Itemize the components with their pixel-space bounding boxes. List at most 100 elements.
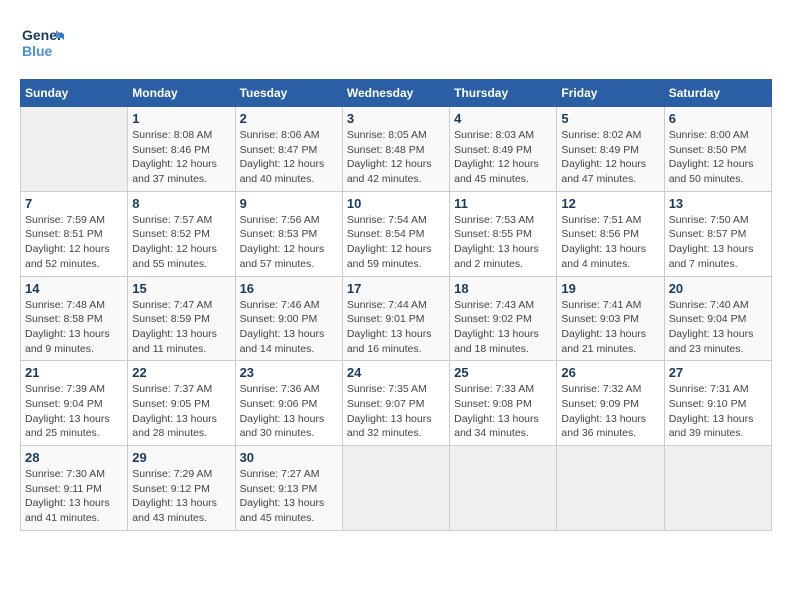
calendar-cell: 24 Sunrise: 7:35 AM Sunset: 9:07 PM Dayl…: [342, 361, 449, 446]
sunset-info: Sunset: 9:07 PM: [347, 397, 445, 412]
day-number: 28: [25, 450, 123, 465]
calendar-cell: [450, 446, 557, 531]
sunrise-info: Sunrise: 7:39 AM: [25, 382, 123, 397]
daylight-info: Daylight: 13 hours and 14 minutes.: [240, 327, 338, 356]
sunrise-info: Sunrise: 8:08 AM: [132, 128, 230, 143]
calendar-cell: 19 Sunrise: 7:41 AM Sunset: 9:03 PM Dayl…: [557, 276, 664, 361]
daylight-info: Daylight: 13 hours and 34 minutes.: [454, 412, 552, 441]
day-number: 12: [561, 196, 659, 211]
day-info: Sunrise: 7:46 AM Sunset: 9:00 PM Dayligh…: [240, 298, 338, 357]
sunrise-info: Sunrise: 8:03 AM: [454, 128, 552, 143]
sunrise-info: Sunrise: 7:43 AM: [454, 298, 552, 313]
day-number: 17: [347, 281, 445, 296]
day-info: Sunrise: 7:44 AM Sunset: 9:01 PM Dayligh…: [347, 298, 445, 357]
calendar-cell: [557, 446, 664, 531]
sunset-info: Sunset: 9:03 PM: [561, 312, 659, 327]
calendar-cell: 14 Sunrise: 7:48 AM Sunset: 8:58 PM Dayl…: [21, 276, 128, 361]
calendar-cell: 6 Sunrise: 8:00 AM Sunset: 8:50 PM Dayli…: [664, 107, 771, 192]
sunrise-info: Sunrise: 7:47 AM: [132, 298, 230, 313]
daylight-info: Daylight: 12 hours and 42 minutes.: [347, 157, 445, 186]
day-number: 22: [132, 365, 230, 380]
day-number: 20: [669, 281, 767, 296]
sunset-info: Sunset: 9:10 PM: [669, 397, 767, 412]
daylight-info: Daylight: 13 hours and 25 minutes.: [25, 412, 123, 441]
day-number: 21: [25, 365, 123, 380]
calendar-cell: 8 Sunrise: 7:57 AM Sunset: 8:52 PM Dayli…: [128, 191, 235, 276]
sunset-info: Sunset: 9:04 PM: [669, 312, 767, 327]
sunrise-info: Sunrise: 7:59 AM: [25, 213, 123, 228]
sunrise-info: Sunrise: 7:50 AM: [669, 213, 767, 228]
sunset-info: Sunset: 8:58 PM: [25, 312, 123, 327]
calendar-cell: 7 Sunrise: 7:59 AM Sunset: 8:51 PM Dayli…: [21, 191, 128, 276]
calendar-cell: 2 Sunrise: 8:06 AM Sunset: 8:47 PM Dayli…: [235, 107, 342, 192]
sunset-info: Sunset: 9:01 PM: [347, 312, 445, 327]
daylight-info: Daylight: 12 hours and 45 minutes.: [454, 157, 552, 186]
sunrise-info: Sunrise: 7:54 AM: [347, 213, 445, 228]
calendar-table: SundayMondayTuesdayWednesdayThursdayFrid…: [20, 79, 772, 531]
day-info: Sunrise: 8:03 AM Sunset: 8:49 PM Dayligh…: [454, 128, 552, 187]
calendar-cell: 30 Sunrise: 7:27 AM Sunset: 9:13 PM Dayl…: [235, 446, 342, 531]
day-number: 13: [669, 196, 767, 211]
sunrise-info: Sunrise: 7:35 AM: [347, 382, 445, 397]
sunset-info: Sunset: 8:49 PM: [561, 143, 659, 158]
daylight-info: Daylight: 13 hours and 36 minutes.: [561, 412, 659, 441]
daylight-info: Daylight: 13 hours and 45 minutes.: [240, 496, 338, 525]
day-info: Sunrise: 8:08 AM Sunset: 8:46 PM Dayligh…: [132, 128, 230, 187]
day-info: Sunrise: 7:35 AM Sunset: 9:07 PM Dayligh…: [347, 382, 445, 441]
day-info: Sunrise: 8:02 AM Sunset: 8:49 PM Dayligh…: [561, 128, 659, 187]
sunrise-info: Sunrise: 7:31 AM: [669, 382, 767, 397]
calendar-cell: 29 Sunrise: 7:29 AM Sunset: 9:12 PM Dayl…: [128, 446, 235, 531]
calendar-cell: 15 Sunrise: 7:47 AM Sunset: 8:59 PM Dayl…: [128, 276, 235, 361]
weekday-header-row: SundayMondayTuesdayWednesdayThursdayFrid…: [21, 80, 772, 107]
calendar-cell: 20 Sunrise: 7:40 AM Sunset: 9:04 PM Dayl…: [664, 276, 771, 361]
daylight-info: Daylight: 13 hours and 7 minutes.: [669, 242, 767, 271]
calendar-cell: 13 Sunrise: 7:50 AM Sunset: 8:57 PM Dayl…: [664, 191, 771, 276]
day-info: Sunrise: 7:50 AM Sunset: 8:57 PM Dayligh…: [669, 213, 767, 272]
sunset-info: Sunset: 8:49 PM: [454, 143, 552, 158]
daylight-info: Daylight: 13 hours and 4 minutes.: [561, 242, 659, 271]
weekday-header-saturday: Saturday: [664, 80, 771, 107]
day-number: 26: [561, 365, 659, 380]
sunset-info: Sunset: 9:13 PM: [240, 482, 338, 497]
daylight-info: Daylight: 12 hours and 59 minutes.: [347, 242, 445, 271]
daylight-info: Daylight: 13 hours and 9 minutes.: [25, 327, 123, 356]
day-number: 9: [240, 196, 338, 211]
sunrise-info: Sunrise: 7:32 AM: [561, 382, 659, 397]
sunset-info: Sunset: 8:55 PM: [454, 227, 552, 242]
day-info: Sunrise: 7:41 AM Sunset: 9:03 PM Dayligh…: [561, 298, 659, 357]
sunset-info: Sunset: 9:11 PM: [25, 482, 123, 497]
calendar-cell: 11 Sunrise: 7:53 AM Sunset: 8:55 PM Dayl…: [450, 191, 557, 276]
day-info: Sunrise: 7:32 AM Sunset: 9:09 PM Dayligh…: [561, 382, 659, 441]
sunset-info: Sunset: 8:57 PM: [669, 227, 767, 242]
day-info: Sunrise: 7:48 AM Sunset: 8:58 PM Dayligh…: [25, 298, 123, 357]
sunrise-info: Sunrise: 7:41 AM: [561, 298, 659, 313]
sunrise-info: Sunrise: 7:30 AM: [25, 467, 123, 482]
sunrise-info: Sunrise: 7:44 AM: [347, 298, 445, 313]
daylight-info: Daylight: 12 hours and 57 minutes.: [240, 242, 338, 271]
day-info: Sunrise: 7:29 AM Sunset: 9:12 PM Dayligh…: [132, 467, 230, 526]
calendar-cell: 23 Sunrise: 7:36 AM Sunset: 9:06 PM Dayl…: [235, 361, 342, 446]
day-number: 23: [240, 365, 338, 380]
sunset-info: Sunset: 8:50 PM: [669, 143, 767, 158]
daylight-info: Daylight: 13 hours and 41 minutes.: [25, 496, 123, 525]
day-number: 27: [669, 365, 767, 380]
day-number: 3: [347, 111, 445, 126]
day-number: 7: [25, 196, 123, 211]
daylight-info: Daylight: 13 hours and 21 minutes.: [561, 327, 659, 356]
calendar-cell: 22 Sunrise: 7:37 AM Sunset: 9:05 PM Dayl…: [128, 361, 235, 446]
day-number: 19: [561, 281, 659, 296]
day-info: Sunrise: 7:51 AM Sunset: 8:56 PM Dayligh…: [561, 213, 659, 272]
calendar-cell: 28 Sunrise: 7:30 AM Sunset: 9:11 PM Dayl…: [21, 446, 128, 531]
sunset-info: Sunset: 8:51 PM: [25, 227, 123, 242]
day-info: Sunrise: 7:27 AM Sunset: 9:13 PM Dayligh…: [240, 467, 338, 526]
day-info: Sunrise: 7:59 AM Sunset: 8:51 PM Dayligh…: [25, 213, 123, 272]
sunset-info: Sunset: 8:53 PM: [240, 227, 338, 242]
day-info: Sunrise: 7:31 AM Sunset: 9:10 PM Dayligh…: [669, 382, 767, 441]
calendar-cell: 5 Sunrise: 8:02 AM Sunset: 8:49 PM Dayli…: [557, 107, 664, 192]
sunset-info: Sunset: 9:00 PM: [240, 312, 338, 327]
sunrise-info: Sunrise: 7:53 AM: [454, 213, 552, 228]
day-info: Sunrise: 7:56 AM Sunset: 8:53 PM Dayligh…: [240, 213, 338, 272]
weekday-header-sunday: Sunday: [21, 80, 128, 107]
calendar-cell: 9 Sunrise: 7:56 AM Sunset: 8:53 PM Dayli…: [235, 191, 342, 276]
day-number: 10: [347, 196, 445, 211]
